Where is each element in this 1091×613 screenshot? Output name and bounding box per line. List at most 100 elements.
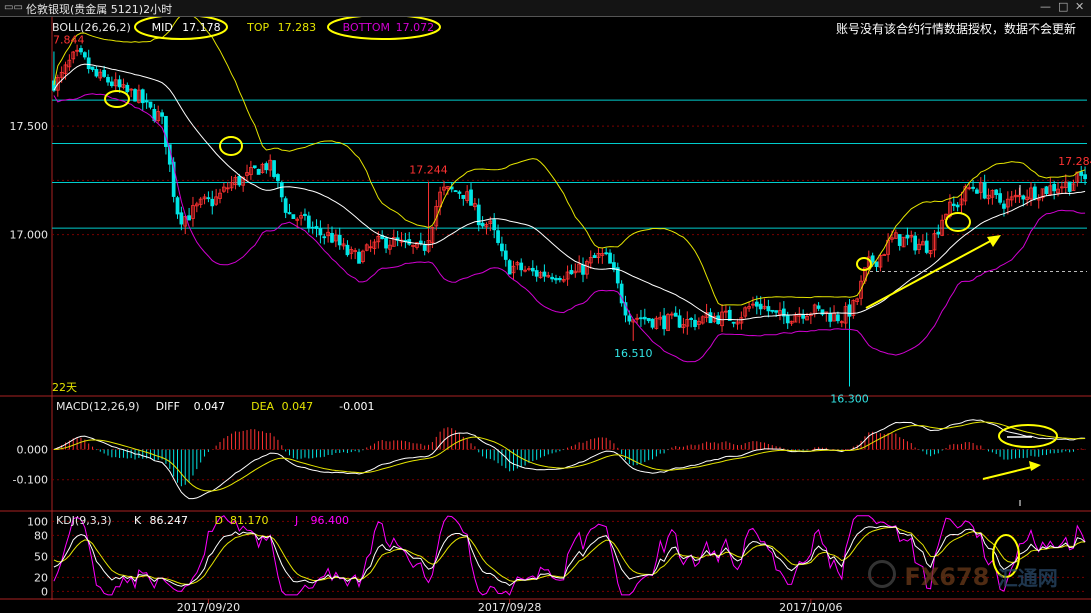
candle-body (109, 81, 114, 87)
price-annotation: 7.844 (53, 33, 85, 46)
window-icon: ▭▭ (4, 2, 23, 13)
candle-body (1002, 203, 1006, 209)
candle-body (774, 310, 778, 313)
kdj-ytick-label: 0 (41, 585, 48, 598)
candle-body (457, 191, 462, 194)
candle-body (874, 261, 879, 267)
candle-body (160, 112, 164, 117)
candle-body (1067, 181, 1072, 192)
maximize-icon[interactable]: □ (1058, 0, 1068, 13)
candle-body (554, 277, 558, 281)
kdj-ytick-label: 80 (34, 529, 48, 542)
candle-body (646, 318, 651, 322)
grid-lines (52, 125, 1087, 592)
candle-body (975, 189, 979, 194)
candle-body (94, 69, 99, 77)
macd-ytick-label: 0.000 (17, 443, 49, 456)
candle-body (758, 303, 763, 310)
candle-body (673, 312, 678, 317)
candle-body (955, 204, 960, 208)
candle-body (971, 186, 975, 189)
candle-body (816, 305, 821, 309)
candle-body (357, 251, 361, 264)
legend-value: 81.170 (230, 514, 269, 527)
candle-body (1044, 186, 1049, 194)
close-icon[interactable]: ✕ (1075, 0, 1084, 13)
candle-body (936, 231, 941, 235)
candle-body (175, 197, 180, 215)
price-period-label: 22天 (52, 381, 77, 394)
candle-body (500, 243, 504, 252)
candlestick-series[interactable] (52, 44, 1087, 387)
candle-body (801, 313, 806, 319)
candle-body (507, 260, 512, 275)
candle-body (314, 226, 319, 229)
bollinger-bands (53, 13, 1086, 363)
candle-body (480, 222, 485, 227)
candle-body (322, 236, 327, 239)
legend-value: 17.283 (278, 21, 317, 34)
candle-body (766, 306, 771, 312)
candle-body (503, 250, 508, 260)
xtick-label: 2017/09/20 (177, 601, 240, 613)
candle-body (90, 66, 95, 70)
legend-value: -0.001 (339, 400, 374, 413)
price-annotation: 16.300 (830, 392, 869, 405)
candle-body (1021, 195, 1026, 200)
candle-body (951, 203, 956, 206)
candle-body (345, 244, 350, 256)
window-title-bar[interactable]: ▭▭ 伦敦银现(贵金属 5121)2小时 — □ ✕ (0, 0, 1091, 17)
candle-body (836, 314, 840, 322)
candle-body (79, 48, 83, 53)
candle-body (453, 190, 458, 193)
legend-value: 86.247 (150, 514, 189, 527)
legend-name: DIFF (156, 400, 180, 413)
candle-body (642, 316, 647, 320)
minimize-icon[interactable]: — (1040, 0, 1051, 13)
legend-name: K (134, 514, 142, 527)
candle-body (924, 240, 929, 253)
candle-body (754, 301, 759, 307)
candle-body (276, 174, 280, 182)
legend-value: 17.178 (182, 21, 221, 34)
highlight-circle-icon (219, 136, 243, 156)
candle-body (847, 304, 852, 317)
candle-body (639, 317, 643, 320)
candle-body (272, 160, 276, 177)
trend-arrow-icon (982, 465, 1037, 480)
candle-body (164, 115, 168, 147)
candle-body (117, 79, 122, 88)
candle-body (496, 230, 500, 243)
legend-value: 17.072 (396, 21, 435, 34)
candle-body (264, 163, 269, 171)
candle-body (492, 219, 497, 231)
candle-body (557, 277, 562, 281)
candle-body (86, 57, 91, 70)
candle-body (140, 89, 145, 104)
macd-ytick-label: -0.100 (13, 474, 48, 487)
indicator-label: KDJ(9,3,3) (56, 514, 112, 527)
kdj-ytick-label: 20 (34, 571, 48, 584)
candle-body (982, 181, 987, 199)
price-ytick-label: 17.500 (10, 120, 49, 133)
candle-body (1083, 174, 1087, 180)
window-title: 伦敦银现(贵金属 5121)2小时 (26, 3, 173, 16)
candle-body (998, 193, 1002, 203)
candle-body (418, 240, 423, 244)
candle-body (689, 318, 694, 321)
candle-body (237, 176, 242, 186)
candle-body (542, 271, 547, 277)
candle-body (330, 233, 334, 243)
boll-top-line (53, 13, 1086, 306)
candle-body (569, 270, 574, 275)
legend-value: 96.400 (311, 514, 350, 527)
macd-panel[interactable] (53, 419, 1086, 500)
candle-body (133, 89, 137, 102)
kdj-ytick-label: 50 (34, 550, 48, 563)
stock-chart[interactable]: 17.500 17.000 0.000 -0.100 10080 50 200 2017/09… (0, 0, 1091, 613)
candle-body (310, 226, 315, 229)
candle-body (693, 319, 697, 327)
candle-body (604, 252, 609, 255)
candle-body (144, 100, 149, 103)
legend-value: 0.047 (194, 400, 226, 413)
